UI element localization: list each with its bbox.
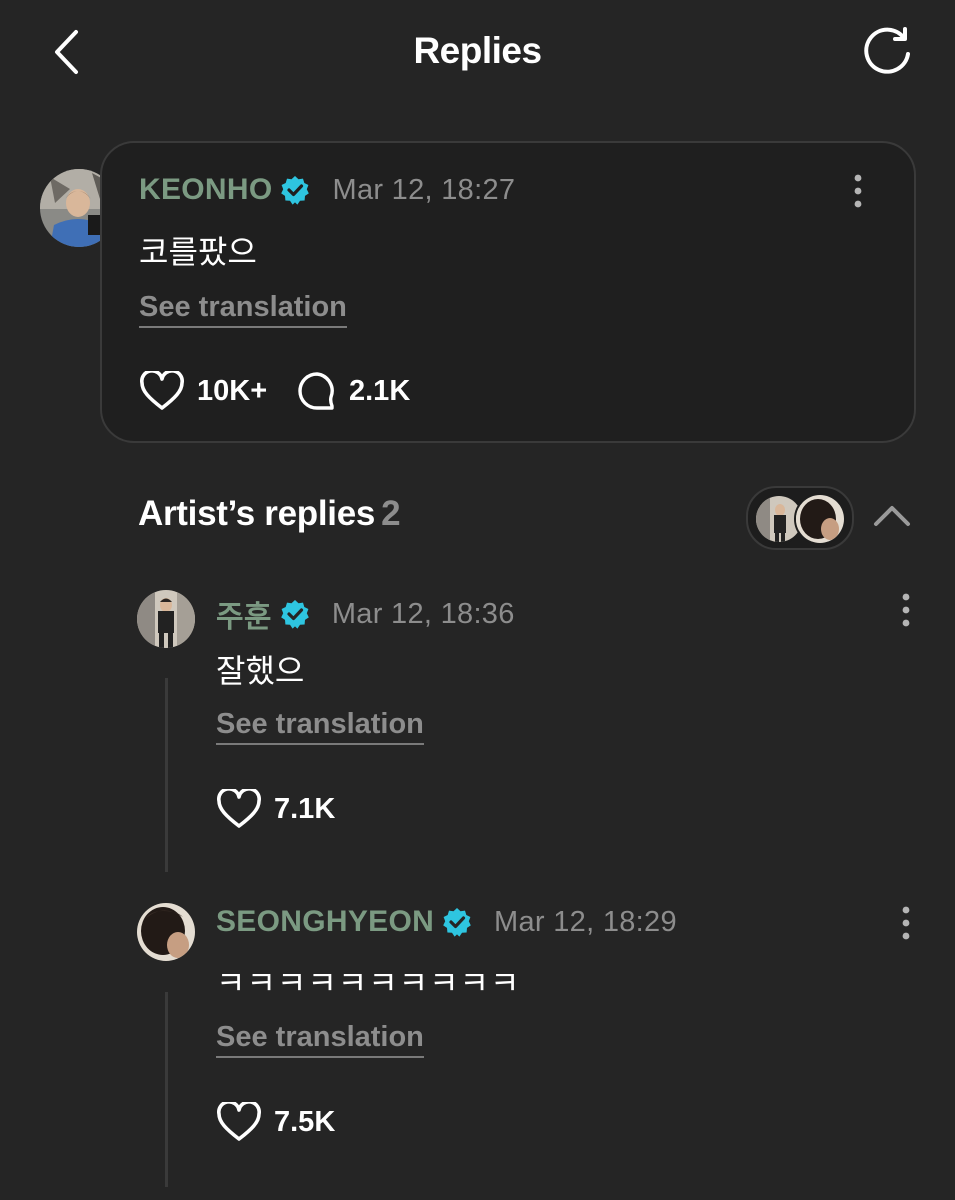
- heart-icon: [140, 371, 184, 410]
- top-bar: Replies: [0, 0, 955, 110]
- artist-replies-title: Artist’s replies 2: [138, 494, 401, 534]
- reply-1-thread-line: [165, 678, 168, 872]
- reply-2-see-translation-link[interactable]: See translation: [216, 1021, 424, 1059]
- collapse-button[interactable]: [870, 500, 914, 530]
- page-title: Replies: [413, 30, 542, 71]
- heart-icon: [217, 789, 261, 828]
- post-timestamp: Mar 12, 18:27: [332, 173, 516, 206]
- post-like-count: 10K+: [197, 374, 268, 407]
- reply-1-author-row: 주훈 Mar 12, 18:36: [216, 592, 515, 636]
- post-comment-count: 2.1K: [349, 374, 411, 407]
- reply-1-like-count: 7.1K: [274, 792, 336, 825]
- reply-1-more-button[interactable]: [900, 593, 912, 627]
- avatar-seonghyeon[interactable]: [137, 903, 195, 961]
- post-like-button[interactable]: 10K+: [139, 371, 267, 411]
- reply-2-more-button[interactable]: [900, 906, 912, 940]
- post-see-translation-link[interactable]: See translation: [139, 291, 347, 329]
- refresh-button[interactable]: [860, 26, 916, 78]
- reply-1-timestamp: Mar 12, 18:36: [331, 597, 515, 630]
- heart-icon: [217, 1102, 261, 1141]
- reply-2-author-name[interactable]: SEONGHYEON: [216, 905, 434, 939]
- reply-2-text: ㅋㅋㅋㅋㅋㅋㅋㅋㅋㅋ: [216, 965, 521, 1001]
- reply-1-see-translation-link[interactable]: See translation: [216, 708, 424, 746]
- reply-2-author-row: SEONGHYEON Mar 12, 18:29: [216, 905, 677, 939]
- reply-2-like-button[interactable]: 7.5K: [216, 1102, 335, 1142]
- verified-badge-icon: [280, 175, 310, 205]
- more-vertical-icon: [854, 174, 862, 208]
- post-author-row: KEONHO Mar 12, 18:27: [139, 173, 515, 207]
- artist-avatar-stack[interactable]: [746, 486, 854, 550]
- reply-1-text: 잘했으: [216, 653, 305, 689]
- reply-2-like-count: 7.5K: [274, 1105, 336, 1138]
- verified-badge-icon: [442, 907, 472, 937]
- more-vertical-icon: [902, 906, 910, 940]
- reply-2-timestamp: Mar 12, 18:29: [494, 905, 677, 938]
- reply-1-like-button[interactable]: 7.1K: [216, 789, 335, 829]
- more-vertical-icon: [902, 593, 910, 627]
- comment-bubble-icon: [298, 372, 334, 410]
- reply-2-thread-line: [165, 992, 168, 1187]
- artist-replies-label: Artist’s replies: [138, 494, 376, 533]
- post-comment-button[interactable]: 2.1K: [297, 371, 410, 411]
- reply-1-author-name[interactable]: 주훈: [216, 592, 272, 636]
- artist-replies-count: 2: [381, 494, 401, 533]
- verified-badge-icon: [280, 599, 310, 629]
- chevron-up-icon: [874, 506, 910, 526]
- stack-avatar-seonghyeon: [794, 493, 846, 545]
- post-author-name[interactable]: KEONHO: [139, 173, 272, 207]
- avatar-juhoon[interactable]: [137, 590, 195, 648]
- original-post-card: KEONHO Mar 12, 18:27 코를팠으 See translatio…: [100, 141, 916, 443]
- post-more-button[interactable]: [852, 174, 864, 208]
- post-text: 코를팠으: [139, 234, 257, 270]
- refresh-icon: [864, 27, 910, 74]
